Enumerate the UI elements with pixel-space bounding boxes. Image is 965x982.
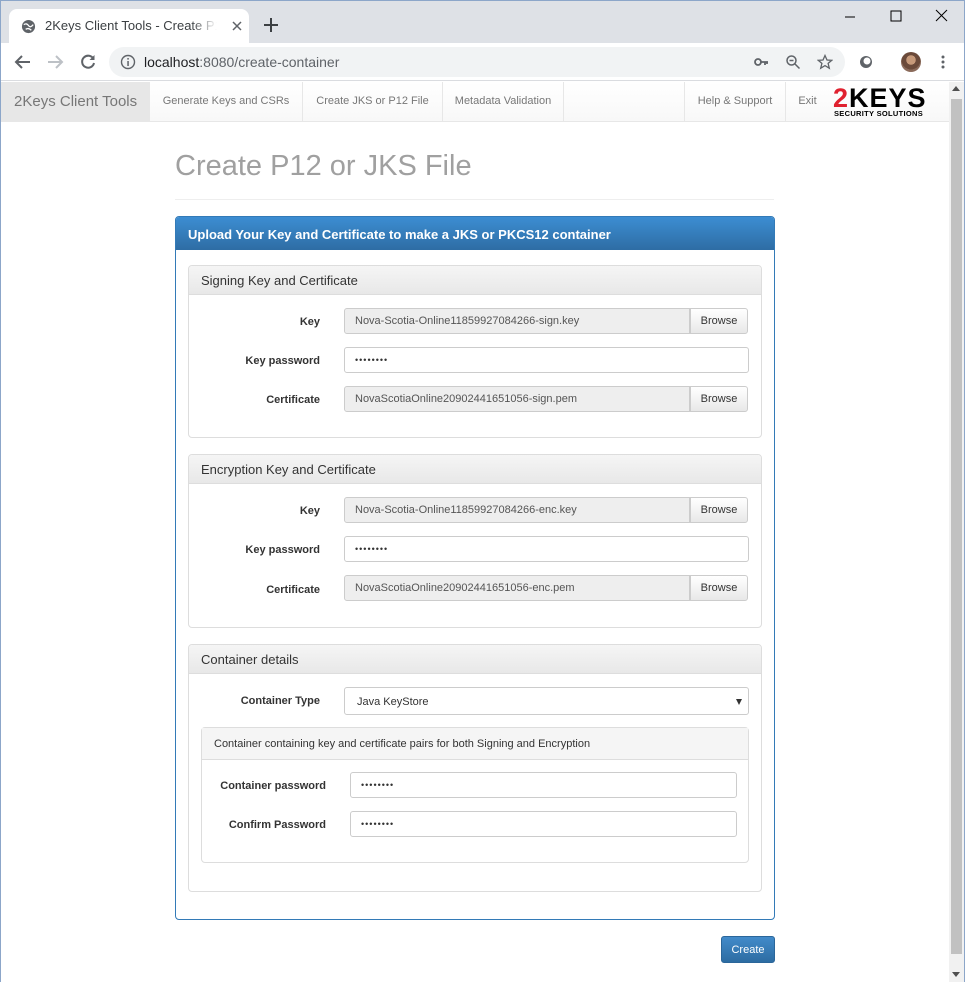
navbar-brand[interactable]: 2Keys Client Tools — [1, 82, 149, 121]
maximize-icon[interactable] — [874, 5, 918, 29]
signing-cert-field[interactable]: NovaScotiaOnline20902441651056-sign.pem — [344, 386, 690, 412]
signing-cert-label: Certificate — [266, 394, 320, 406]
close-tab-icon[interactable] — [229, 18, 245, 34]
container-panel-heading: Container details — [189, 645, 761, 674]
nav-metadata-validation[interactable]: Metadata Validation — [442, 82, 564, 121]
extension-icon[interactable] — [858, 54, 874, 70]
tab-title: 2Keys Client Tools - Create P12 or JKS F… — [45, 18, 217, 33]
encryption-key-field[interactable]: Nova-Scotia-Online11859927084266-enc.key — [344, 497, 690, 523]
signing-panel: Signing Key and Certificate Key Nova-Sco… — [188, 265, 762, 438]
browser-tab[interactable]: 2Keys Client Tools - Create P12 or JKS F… — [9, 9, 249, 43]
url-text[interactable]: localhost:8080/create-container — [144, 54, 339, 70]
container-password-label: Container password — [220, 780, 326, 792]
scroll-up-arrow-icon[interactable] — [952, 86, 960, 91]
container-credentials-panel: Container containing key and certificate… — [201, 727, 749, 863]
encryption-key-browse-button[interactable]: Browse — [690, 497, 748, 523]
encryption-password-label: Key password — [245, 544, 320, 556]
nav-generate-keys[interactable]: Generate Keys and CSRs — [149, 82, 302, 121]
container-credentials-heading: Container containing key and certificate… — [202, 728, 748, 760]
url-path: :8080/create-container — [199, 54, 340, 70]
encryption-cert-label: Certificate — [266, 584, 320, 596]
encryption-password-field[interactable]: •••••••• — [344, 536, 749, 562]
divider — [175, 199, 774, 200]
back-arrow-icon[interactable] — [13, 52, 33, 72]
forward-arrow-icon[interactable] — [45, 52, 65, 72]
confirm-password-field[interactable]: •••••••• — [350, 811, 737, 837]
tab-strip: 2Keys Client Tools - Create P12 or JKS F… — [1, 1, 964, 43]
profile-avatar[interactable] — [901, 52, 921, 72]
page-viewport: 2Keys Client Tools Generate Keys and CSR… — [1, 82, 949, 982]
upload-panel-heading: Upload Your Key and Certificate to make … — [176, 217, 774, 250]
new-tab-icon[interactable] — [261, 15, 281, 35]
nav-create-jks[interactable]: Create JKS or P12 File — [302, 82, 442, 121]
encryption-cert-browse-button[interactable]: Browse — [690, 575, 748, 601]
signing-password-label: Key password — [245, 355, 320, 367]
globe-icon — [21, 19, 36, 34]
app-navbar: 2Keys Client Tools Generate Keys and CSR… — [1, 82, 949, 122]
container-password-field[interactable]: •••••••• — [350, 772, 737, 798]
container-type-label: Container Type — [240, 695, 320, 707]
scroll-down-arrow-icon[interactable] — [952, 972, 960, 977]
signing-key-label: Key — [299, 316, 320, 328]
page-scrollbar[interactable] — [949, 82, 964, 982]
encryption-cert-field[interactable]: NovaScotiaOnline20902441651056-enc.pem — [344, 575, 690, 601]
encryption-key-label: Key — [299, 505, 320, 517]
more-menu-icon[interactable] — [935, 54, 951, 70]
container-panel: Container details Container Type Java Ke… — [188, 644, 762, 892]
logo-tagline: SECURITY SOLUTIONS — [834, 109, 924, 118]
reload-icon[interactable] — [78, 52, 98, 72]
encryption-panel: Encryption Key and Certificate Key Nova-… — [188, 454, 762, 628]
window-close-icon[interactable] — [920, 5, 964, 29]
container-type-value: Java KeyStore — [357, 696, 429, 708]
scroll-thumb[interactable] — [951, 99, 962, 954]
2keys-logo: 2KEYS SECURITY SOLUTIONS — [833, 83, 939, 119]
signing-panel-heading: Signing Key and Certificate — [189, 266, 761, 295]
browser-window: 2Keys Client Tools - Create P12 or JKS F… — [0, 0, 965, 982]
url-host: localhost — [144, 54, 200, 70]
signing-key-browse-button[interactable]: Browse — [690, 308, 748, 334]
create-button[interactable]: Create — [721, 936, 775, 963]
star-icon[interactable] — [817, 54, 833, 70]
minimize-icon[interactable] — [828, 5, 872, 29]
signing-cert-browse-button[interactable]: Browse — [690, 386, 748, 412]
nav-help-support[interactable]: Help & Support — [684, 82, 785, 121]
zoom-out-icon[interactable] — [785, 54, 801, 70]
container-type-select[interactable]: Java KeyStore — [344, 687, 749, 715]
upload-panel: Upload Your Key and Certificate to make … — [175, 216, 775, 920]
confirm-password-label: Confirm Password — [228, 819, 326, 831]
signing-key-field[interactable]: Nova-Scotia-Online11859927084266-sign.ke… — [344, 308, 690, 334]
browser-toolbar: localhost:8080/create-container — [1, 43, 964, 81]
info-icon[interactable] — [120, 54, 136, 70]
page-title: Create P12 or JKS File — [175, 150, 472, 182]
chevron-down-icon — [736, 699, 742, 705]
encryption-panel-heading: Encryption Key and Certificate — [189, 455, 761, 484]
key-icon[interactable] — [753, 54, 769, 70]
address-bar[interactable]: localhost:8080/create-container — [109, 47, 845, 77]
signing-password-field[interactable]: •••••••• — [344, 347, 749, 373]
nav-exit[interactable]: Exit — [785, 82, 829, 121]
